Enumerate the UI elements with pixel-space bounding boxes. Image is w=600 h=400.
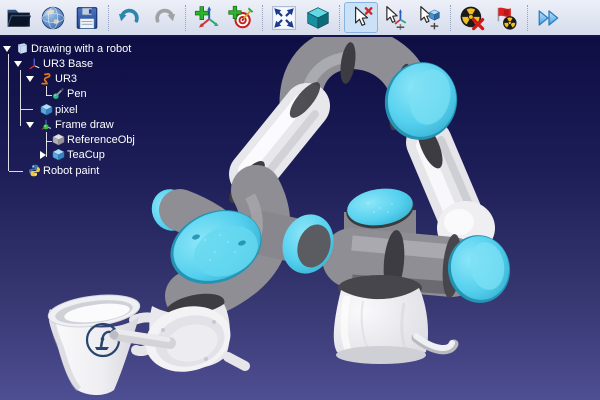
select-cursor-icon (348, 5, 374, 31)
undo-icon (117, 5, 143, 31)
tree-connector-line (46, 141, 52, 142)
tool-icon (52, 87, 65, 100)
tree-connector-line (20, 70, 21, 126)
tree-item-label: Pen (67, 87, 87, 102)
tree-item-label: ReferenceObj (67, 133, 135, 148)
station-tree: Drawing with a robotUR3 BaseUR3PenpixelF… (0, 37, 175, 237)
toolbar-button-open-station[interactable] (2, 2, 36, 33)
tree-item-ur3[interactable]: UR3 (0, 72, 175, 87)
fit-view-icon (271, 5, 297, 31)
expander-down-icon[interactable] (14, 61, 22, 67)
toolbar-separator (339, 5, 340, 31)
globe-icon (40, 5, 66, 31)
toolbar-button-move-object[interactable] (412, 2, 446, 33)
tree-item-label: TeaCup (67, 148, 105, 163)
tree-item-drawing-with-a-robot[interactable]: Drawing with a robot (0, 42, 175, 57)
toolbar-separator (527, 5, 528, 31)
toolbar-separator (185, 5, 186, 31)
tree-item-robot-paint[interactable]: Robot paint (0, 164, 175, 179)
robot-base[interactable] (334, 120, 516, 364)
expander-down-icon[interactable] (26, 76, 34, 82)
radiation-off-icon (459, 5, 485, 31)
tree-item-label: Frame draw (55, 118, 114, 133)
toolbar-button-save-station[interactable] (70, 2, 104, 33)
toolbar-button-fit-view[interactable] (267, 2, 301, 33)
expander-down-icon[interactable] (26, 122, 34, 128)
toolbar-separator (450, 5, 451, 31)
tree-item-teacup[interactable]: TeaCup (0, 148, 175, 163)
toolbar-button-fast-simulation[interactable] (532, 2, 566, 33)
tree-item-label: UR3 (55, 72, 77, 87)
floppy-icon (74, 5, 100, 31)
tree-item-referenceobj[interactable]: ReferenceObj (0, 133, 175, 148)
move-object-cursor-icon (416, 5, 442, 31)
station-icon (16, 42, 29, 55)
frame-ball-icon (40, 118, 53, 131)
toolbar-button-redo[interactable] (147, 2, 181, 33)
object-cube-icon (40, 103, 53, 116)
fast-forward-icon (536, 5, 562, 31)
tree-item-label: Robot paint (43, 164, 99, 179)
toolbar-button-isometric-view[interactable] (301, 2, 335, 33)
toolbar-button-online-library[interactable] (36, 2, 70, 33)
tree-item-pen[interactable]: Pen (0, 87, 175, 102)
toolbar-button-add-target[interactable] (224, 2, 258, 33)
add-target-icon (228, 5, 254, 31)
tree-connector-line (8, 54, 9, 171)
tree-item-label: pixel (55, 103, 78, 118)
folder-icon (6, 5, 32, 31)
frame-icon (28, 57, 41, 70)
toolbar-button-check-collisions[interactable] (489, 2, 523, 33)
object-cube-icon (52, 148, 65, 161)
tree-item-frame-draw[interactable]: Frame draw (0, 118, 175, 133)
robot-simulator-window: Drawing with a robotUR3 BaseUR3PenpixelF… (0, 0, 600, 400)
tree-item-label: Drawing with a robot (31, 42, 131, 57)
tree-item-ur3-base[interactable]: UR3 Base (0, 57, 175, 72)
toolbar-separator (108, 5, 109, 31)
collision-flag-icon (493, 5, 519, 31)
toolbar-button-undo[interactable] (113, 2, 147, 33)
tree-connector-line (46, 95, 52, 96)
tree-item-label: UR3 Base (43, 57, 93, 72)
toolbar-button-select[interactable] (344, 2, 378, 33)
expander-down-icon[interactable] (3, 46, 11, 52)
main-toolbar (0, 0, 600, 37)
add-frame-icon (194, 5, 220, 31)
object-gray-cube-icon (52, 133, 65, 146)
tree-connector-line (46, 132, 47, 157)
redo-icon (151, 5, 177, 31)
python-icon (28, 164, 41, 177)
tree-connector-line (21, 109, 33, 110)
toolbar-button-move-reference[interactable] (378, 2, 412, 33)
toolbar-button-add-reference-frame[interactable] (190, 2, 224, 33)
viewport-3d[interactable]: Drawing with a robotUR3 BaseUR3PenpixelF… (0, 37, 600, 400)
toolbar-button-collision-map[interactable] (455, 2, 489, 33)
toolbar-separator (262, 5, 263, 31)
move-frame-cursor-icon (382, 5, 408, 31)
tree-connector-line (9, 171, 23, 172)
robot-icon (40, 72, 53, 85)
tree-item-pixel[interactable]: pixel (0, 103, 175, 118)
cube-icon (305, 5, 331, 31)
